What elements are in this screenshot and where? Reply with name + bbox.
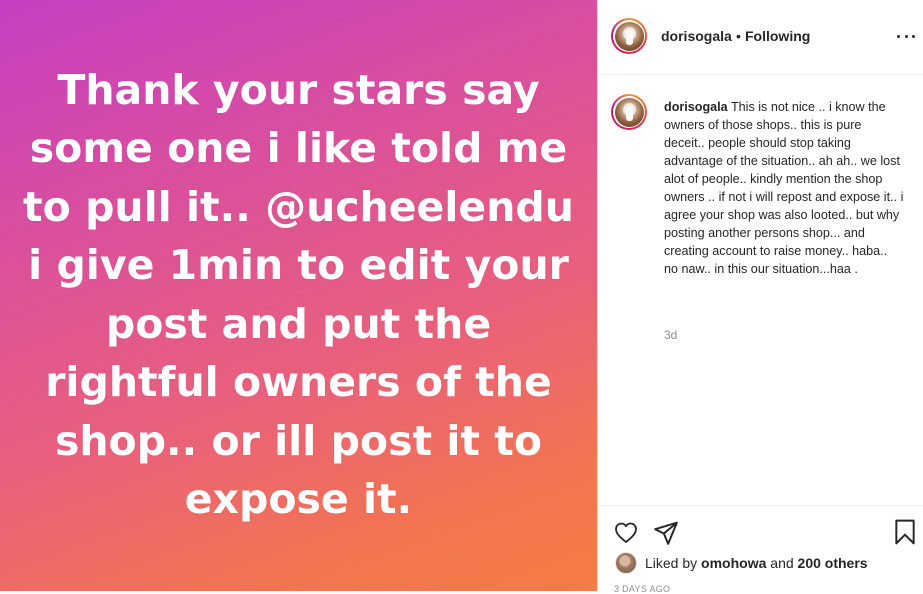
following-button[interactable]: Following xyxy=(745,28,810,44)
post-image[interactable]: Thank your stars say some one i like tol… xyxy=(0,0,597,591)
likes-summary: Liked by omohowa and 200 others xyxy=(615,552,868,574)
caption-avatar[interactable] xyxy=(611,94,647,130)
heart-icon[interactable] xyxy=(613,521,639,545)
avatar-image xyxy=(614,21,644,51)
caption-text: This is not nice .. i know the owners of… xyxy=(664,100,904,276)
separator-dot: • xyxy=(736,28,741,44)
likes-prefix: Liked by xyxy=(645,555,698,571)
likes-conjunction: and xyxy=(770,555,794,571)
post-sidebar: dorisogala • Following dorisogala This i… xyxy=(597,0,923,594)
caption-age: 3d xyxy=(664,328,678,342)
instagram-post-view: Thank your stars say some one i like tol… xyxy=(0,0,923,594)
post-header: dorisogala • Following xyxy=(598,0,923,75)
avatar-image xyxy=(614,97,644,127)
liker-username[interactable]: omohowa xyxy=(701,555,766,571)
bookmark-icon[interactable] xyxy=(894,519,916,545)
author-username[interactable]: dorisogala xyxy=(661,28,732,44)
author-avatar[interactable] xyxy=(611,18,647,54)
story-text: Thank your stars say some one i like tol… xyxy=(23,65,574,524)
post-timestamp: 3 DAYS AGO xyxy=(614,584,671,594)
caption-text-block: dorisogala This is not nice .. i know th… xyxy=(664,98,904,278)
action-bar xyxy=(598,505,923,556)
likes-others-link[interactable]: 200 others xyxy=(798,555,868,571)
more-horizontal-icon[interactable] xyxy=(897,27,915,45)
liker-avatar[interactable] xyxy=(615,552,637,574)
paper-plane-icon[interactable] xyxy=(653,520,679,546)
caption-username[interactable]: dorisogala xyxy=(664,100,728,114)
